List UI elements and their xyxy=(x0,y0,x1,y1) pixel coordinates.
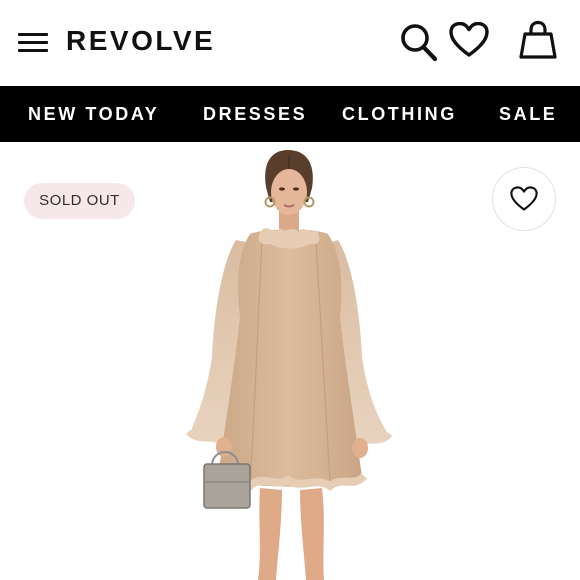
nav-new-today[interactable]: NEW TODAY xyxy=(28,86,159,142)
menu-icon[interactable] xyxy=(18,31,48,53)
nav-dresses[interactable]: DRESSES xyxy=(203,86,307,142)
nav-clothing[interactable]: CLOTHING xyxy=(342,86,457,142)
sold-out-badge: SOLD OUT xyxy=(24,183,135,219)
shopping-bag-icon[interactable] xyxy=(518,20,558,60)
search-icon[interactable] xyxy=(398,22,438,62)
favorite-button[interactable] xyxy=(492,167,556,231)
site-header: REVOLVE xyxy=(0,0,580,86)
category-nav: NEW TODAY DRESSES CLOTHING SALE xyxy=(0,86,580,142)
nav-sale[interactable]: SALE xyxy=(499,86,557,142)
heart-outline-icon xyxy=(510,186,538,211)
product-hero: SOLD OUT xyxy=(0,142,580,580)
brand-logo[interactable]: REVOLVE xyxy=(66,24,215,58)
heart-icon[interactable] xyxy=(449,22,489,58)
